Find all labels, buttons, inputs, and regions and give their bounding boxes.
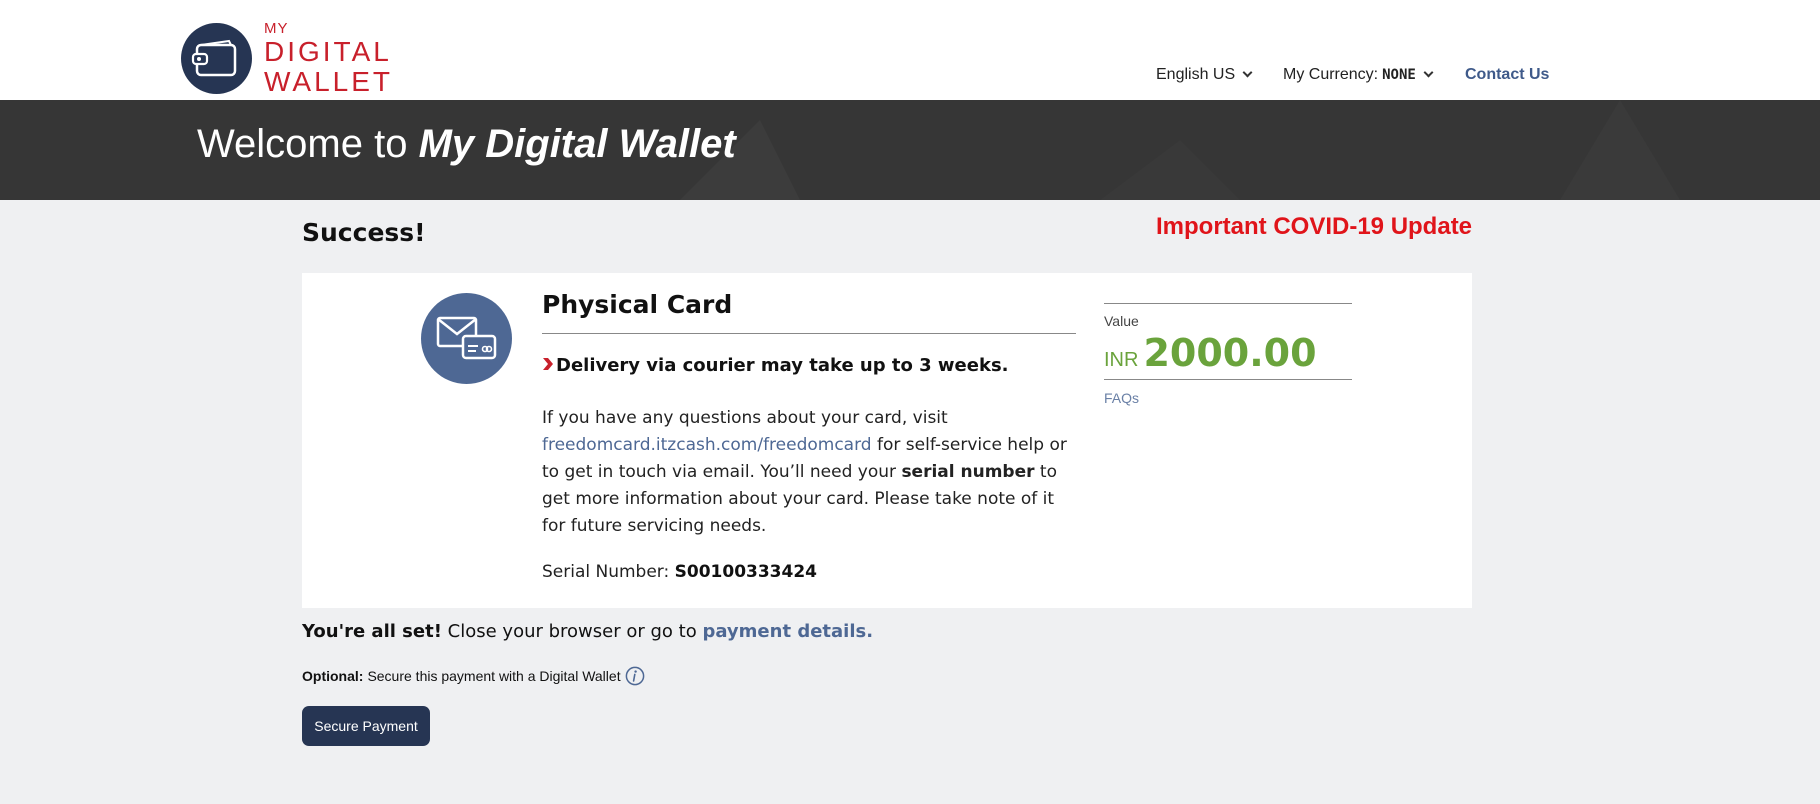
chevron-down-icon xyxy=(1423,67,1434,78)
welcome-brand: My Digital Wallet xyxy=(418,122,736,166)
delivery-note: Delivery via courier may take up to 3 we… xyxy=(542,355,1009,376)
all-set-message: You're all set! Close your browser or go… xyxy=(302,621,873,642)
serial-label: Serial Number: xyxy=(542,562,670,582)
value-box: Value INR 2000.00 FAQs xyxy=(1104,303,1352,407)
allset-text: Close your browser or go to xyxy=(447,621,697,642)
value-currency: INR xyxy=(1104,349,1139,371)
value-label: Value xyxy=(1104,313,1139,329)
serial-value: S00100333424 xyxy=(674,562,817,582)
desc-bold-serial: serial number xyxy=(901,462,1035,482)
welcome-prefix: Welcome to xyxy=(197,122,408,166)
card-description: If you have any questions about your car… xyxy=(542,405,1072,540)
logo-line-my: MY xyxy=(264,20,289,37)
info-icon[interactable] xyxy=(625,666,645,686)
logo[interactable]: MY DIGITAL WALLET xyxy=(181,21,393,96)
freedomcard-link[interactable]: freedomcard.itzcash.com/freedomcard xyxy=(542,435,872,455)
optional-wallet-note: Optional: Secure this payment with a Dig… xyxy=(302,666,645,686)
divider xyxy=(1104,303,1352,304)
allset-bold: You're all set! xyxy=(302,621,442,642)
wallet-icon xyxy=(181,23,252,94)
welcome-banner: Welcome to My Digital Wallet xyxy=(0,100,1820,200)
delivery-text: Delivery via courier may take up to 3 we… xyxy=(556,355,1009,376)
language-selector[interactable]: English US xyxy=(1156,66,1253,84)
desc-text-1: If you have any questions about your car… xyxy=(542,408,948,428)
currency-selector[interactable]: My Currency: NONE xyxy=(1283,66,1434,84)
logo-line-wallet: WALLET xyxy=(264,66,393,97)
language-label: English US xyxy=(1156,66,1236,83)
logo-text: MY DIGITAL WALLET xyxy=(264,21,393,96)
contact-us-link[interactable]: Contact Us xyxy=(1465,66,1549,84)
page-title: Success! xyxy=(302,218,426,247)
logo-line-digital: DIGITAL xyxy=(264,36,392,67)
serial-number: Serial Number: S00100333424 xyxy=(542,562,817,582)
payment-details-link[interactable]: payment details. xyxy=(702,621,873,642)
covid-update-link[interactable]: Important COVID-19 Update xyxy=(1156,213,1472,241)
welcome-title: Welcome to My Digital Wallet xyxy=(197,122,736,167)
value-amount: 2000.00 xyxy=(1143,331,1317,375)
currency-label: My Currency: xyxy=(1283,66,1379,83)
secure-payment-button[interactable]: Secure Payment xyxy=(302,706,430,746)
top-header: MY DIGITAL WALLET English US My Currency… xyxy=(0,0,1820,100)
red-arrow-icon xyxy=(542,355,554,376)
optional-text: Secure this payment with a Digital Walle… xyxy=(367,668,621,684)
envelope-card-icon xyxy=(421,293,512,384)
divider xyxy=(542,333,1076,334)
divider xyxy=(1104,379,1352,380)
faqs-link[interactable]: FAQs xyxy=(1104,390,1139,406)
chevron-down-icon xyxy=(1242,67,1253,78)
currency-value: NONE xyxy=(1382,67,1416,83)
card-title: Physical Card xyxy=(542,290,733,319)
value-row: INR 2000.00 xyxy=(1104,331,1352,375)
optional-label: Optional: xyxy=(302,668,364,684)
card-panel: Physical Card Delivery via courier may t… xyxy=(302,273,1472,608)
